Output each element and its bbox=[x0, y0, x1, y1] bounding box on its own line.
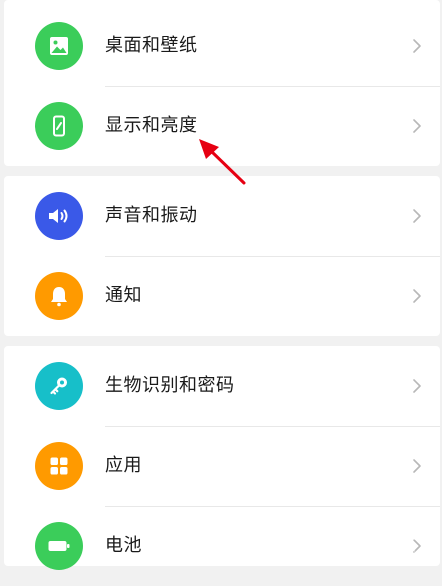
settings-item-apps[interactable]: 应用 bbox=[4, 426, 440, 506]
apps-grid-icon bbox=[35, 442, 83, 490]
settings-item-battery[interactable]: 电池 bbox=[4, 506, 440, 586]
settings-item-notifications[interactable]: 通知 bbox=[4, 256, 440, 336]
chevron-right-icon bbox=[413, 209, 421, 223]
settings-group-display: 桌面和壁纸 显示和亮度 bbox=[4, 0, 440, 166]
settings-group-security-apps: 生物识别和密码 应用 电池 bbox=[4, 346, 440, 570]
chevron-right-icon bbox=[413, 379, 421, 393]
chevron-right-icon bbox=[413, 539, 421, 553]
phone-brightness-icon bbox=[35, 102, 83, 150]
chevron-right-icon bbox=[413, 119, 421, 133]
settings-item-label: 声音和振动 bbox=[105, 205, 198, 226]
settings-item-desktop-wallpaper[interactable]: 桌面和壁纸 bbox=[4, 6, 440, 86]
settings-item-display-brightness[interactable]: 显示和亮度 bbox=[4, 86, 440, 166]
image-icon bbox=[35, 22, 83, 70]
speaker-icon bbox=[35, 192, 83, 240]
settings-item-label: 桌面和壁纸 bbox=[105, 35, 198, 56]
settings-item-label: 通知 bbox=[105, 285, 142, 306]
settings-item-label: 电池 bbox=[105, 535, 142, 556]
bell-icon bbox=[35, 272, 83, 320]
settings-item-label: 显示和亮度 bbox=[105, 115, 198, 136]
settings-item-label: 应用 bbox=[105, 455, 142, 476]
battery-icon bbox=[35, 522, 83, 570]
settings-item-biometrics-password[interactable]: 生物识别和密码 bbox=[4, 346, 440, 426]
chevron-right-icon bbox=[413, 39, 421, 53]
chevron-right-icon bbox=[413, 289, 421, 303]
settings-group-sound: 声音和振动 通知 bbox=[4, 176, 440, 336]
settings-item-label: 生物识别和密码 bbox=[105, 375, 235, 396]
key-icon bbox=[35, 362, 83, 410]
settings-item-sound-vibration[interactable]: 声音和振动 bbox=[4, 176, 440, 256]
chevron-right-icon bbox=[413, 459, 421, 473]
